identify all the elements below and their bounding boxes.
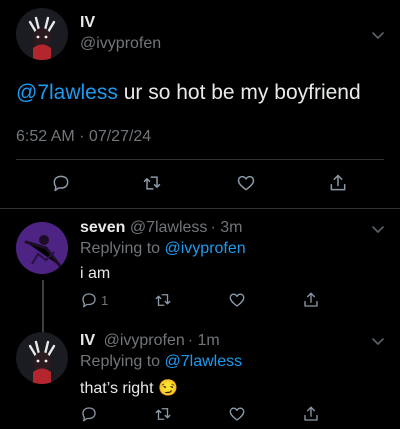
mention-link[interactable]: @7lawless [16,81,118,104]
display-name[interactable]: seven [80,219,125,236]
share-icon[interactable] [328,173,348,198]
mention-link[interactable]: @ivyprofen [165,240,246,257]
display-name[interactable]: IV [80,14,95,32]
tweet-timestamp[interactable]: 6:52 AM · 07/27/24 [16,128,151,146]
like-icon[interactable] [236,173,256,198]
reply-header: seven @7lawless · 3m [80,219,242,237]
replying-to: Replying to @ivyprofen [80,240,246,258]
reply-icon[interactable] [80,291,98,314]
chevron-down-icon[interactable] [371,28,385,47]
avatar-illustration [16,222,68,274]
avatar-illustration [16,332,68,384]
reply-text: i am [80,265,111,282]
avatar-illustration [16,8,68,60]
replying-to: Replying to @7lawless [80,353,242,371]
thread-line [42,280,44,334]
chevron-down-icon[interactable] [371,222,385,241]
handle[interactable]: @ivyprofen [104,332,185,349]
like-icon[interactable] [228,291,246,314]
replying-label: Replying to [80,240,161,257]
reply-time: · 1m [187,332,220,349]
avatar[interactable] [16,222,68,274]
avatar[interactable] [16,332,68,384]
retweet-icon[interactable] [142,173,162,198]
reply-icon[interactable] [51,173,71,198]
handle[interactable]: @7lawless [130,219,208,236]
replying-label: Replying to [80,353,161,370]
retweet-icon[interactable] [154,291,172,314]
divider [16,159,384,160]
share-icon[interactable] [302,291,320,314]
reply-count: 1 [101,293,109,308]
like-icon[interactable] [228,405,246,428]
avatar[interactable] [16,8,68,60]
display-name[interactable]: IV [80,332,95,349]
reply-icon[interactable] [80,405,98,428]
tweet-text: @7lawless ur so hot be my boyfriend [16,79,361,107]
chevron-down-icon[interactable] [371,334,385,353]
reply-text: that’s right 😏 [80,380,178,397]
retweet-icon[interactable] [154,405,172,428]
reply-time: · 3m [210,219,243,236]
tweet-body: ur so hot be my boyfriend [117,81,361,104]
divider [0,208,400,209]
reply-header: IV @ivyprofen · 1m [80,332,220,350]
mention-link[interactable]: @7lawless [165,353,243,370]
handle[interactable]: @ivyprofen [80,35,161,53]
share-icon[interactable] [302,405,320,428]
